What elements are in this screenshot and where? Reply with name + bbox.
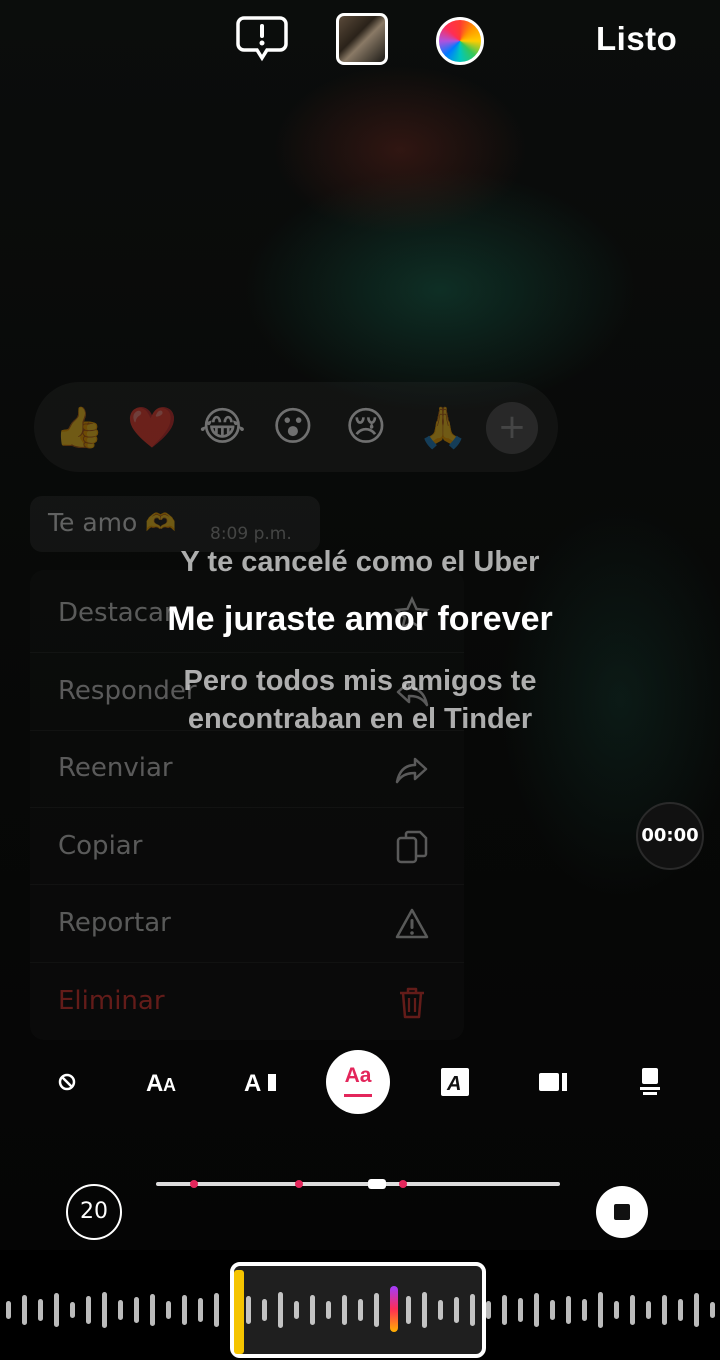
waveform-bar xyxy=(22,1295,27,1325)
waveform-bar xyxy=(198,1298,203,1322)
waveform-bar xyxy=(630,1295,635,1325)
waveform-bar xyxy=(486,1301,491,1319)
waveform-bar xyxy=(118,1300,123,1320)
style-aa-label: Aa xyxy=(344,1064,372,1087)
waveform-bar xyxy=(678,1299,683,1321)
menu-divider xyxy=(30,884,464,885)
lyric-next-line-1: Pero todos mis amigos te xyxy=(183,665,537,697)
lyric-next-line: Pero todos mis amigos te encontraban en … xyxy=(0,662,720,738)
waveform-bar xyxy=(70,1302,75,1318)
clip-selection-window[interactable] xyxy=(230,1262,486,1358)
message-menu xyxy=(30,570,464,1040)
crying-emoji[interactable]: 😢 xyxy=(345,404,387,450)
svg-text:A: A xyxy=(163,1075,176,1095)
playhead-indicator xyxy=(390,1286,398,1332)
size-aa-icon[interactable]: A A xyxy=(136,1054,192,1110)
layout-icon[interactable] xyxy=(622,1054,678,1110)
waveform-bar xyxy=(614,1301,619,1319)
laughing-emoji[interactable]: 😂 xyxy=(199,404,246,450)
praying-emoji[interactable]: 🙏 xyxy=(418,404,468,451)
lyric-next-line-2: encontraban en el Tinder xyxy=(187,703,533,735)
waveform-bar xyxy=(150,1294,155,1326)
svg-text:A: A xyxy=(146,1070,163,1097)
copy-icon xyxy=(396,830,428,864)
slider-marker xyxy=(190,1180,198,1188)
waveform-bar xyxy=(86,1296,91,1324)
duration-button[interactable]: 20 xyxy=(66,1184,122,1240)
waveform-bar xyxy=(102,1292,107,1328)
waveform-bar xyxy=(6,1301,11,1319)
waveform-bar xyxy=(582,1299,587,1321)
clip-start-handle[interactable] xyxy=(234,1270,244,1354)
svg-text:A: A xyxy=(446,1073,461,1095)
waveform-bar xyxy=(662,1295,667,1325)
surprised-emoji[interactable]: 😮 xyxy=(272,404,314,450)
waveform-bar xyxy=(502,1295,507,1325)
lyric-current-line[interactable]: Me juraste amor forever xyxy=(0,600,720,639)
menu-item-eliminar[interactable]: Eliminar xyxy=(58,986,165,1016)
lyrics-position-slider[interactable] xyxy=(156,1182,560,1186)
add-reaction-button[interactable]: + xyxy=(486,402,538,454)
waveform-bar xyxy=(598,1292,603,1328)
style-aa-underline xyxy=(344,1094,372,1097)
camera-icon[interactable] xyxy=(525,1054,581,1110)
waveform-bar xyxy=(38,1299,43,1321)
thumbs-up-emoji[interactable]: 👍 xyxy=(54,404,104,451)
slider-knob[interactable] xyxy=(368,1179,386,1189)
waveform-bar xyxy=(518,1298,523,1322)
waveform-bar xyxy=(534,1293,539,1327)
waveform-bar xyxy=(166,1301,171,1319)
waveform-bar xyxy=(54,1293,59,1327)
color-wheel-icon[interactable] xyxy=(436,17,484,65)
waveform-bar xyxy=(134,1297,139,1323)
svg-text:A: A xyxy=(244,1070,261,1097)
lyric-previous-line: Y te cancelé como el Uber xyxy=(180,546,540,578)
stop-button[interactable] xyxy=(596,1186,648,1238)
menu-divider xyxy=(30,962,464,963)
done-button[interactable]: Listo xyxy=(596,20,677,58)
trash-icon xyxy=(400,987,424,1019)
menu-divider xyxy=(30,652,464,653)
message-time: 8:09 p.m. xyxy=(210,524,292,544)
menu-item-copiar[interactable]: Copiar xyxy=(58,831,142,861)
waveform-bar xyxy=(182,1295,187,1325)
menu-divider xyxy=(30,807,464,808)
waveform-bar xyxy=(710,1302,715,1318)
none-icon[interactable] xyxy=(39,1054,95,1110)
menu-item-reportar[interactable]: Reportar xyxy=(58,908,171,938)
top-bar: Listo xyxy=(0,0,720,84)
italic-a-icon[interactable]: A xyxy=(427,1054,483,1110)
forward-icon xyxy=(395,757,428,784)
timer-badge[interactable]: 00:00 xyxy=(636,802,704,870)
slider-marker xyxy=(295,1180,303,1188)
menu-item-reenviar[interactable]: Reenviar xyxy=(58,753,173,783)
album-cover-thumbnail[interactable] xyxy=(336,13,388,65)
message-text: Te amo 🫶 xyxy=(48,508,177,537)
slider-marker xyxy=(399,1180,407,1188)
waveform-bar xyxy=(550,1300,555,1320)
waveform-bar xyxy=(566,1296,571,1324)
font-ai-icon[interactable]: A xyxy=(233,1054,289,1110)
heart-emoji[interactable]: ❤️ xyxy=(127,404,177,451)
exclamation-bubble-icon[interactable] xyxy=(236,14,288,62)
waveform-bar xyxy=(214,1293,219,1327)
story-editor: Listo 👍 ❤️ 😂 😮 😢 🙏 + Te amo 🫶 8:09 p.m. … xyxy=(0,0,720,1360)
waveform-bar xyxy=(646,1301,651,1319)
waveform-bar xyxy=(694,1293,699,1327)
warning-icon xyxy=(395,908,429,939)
